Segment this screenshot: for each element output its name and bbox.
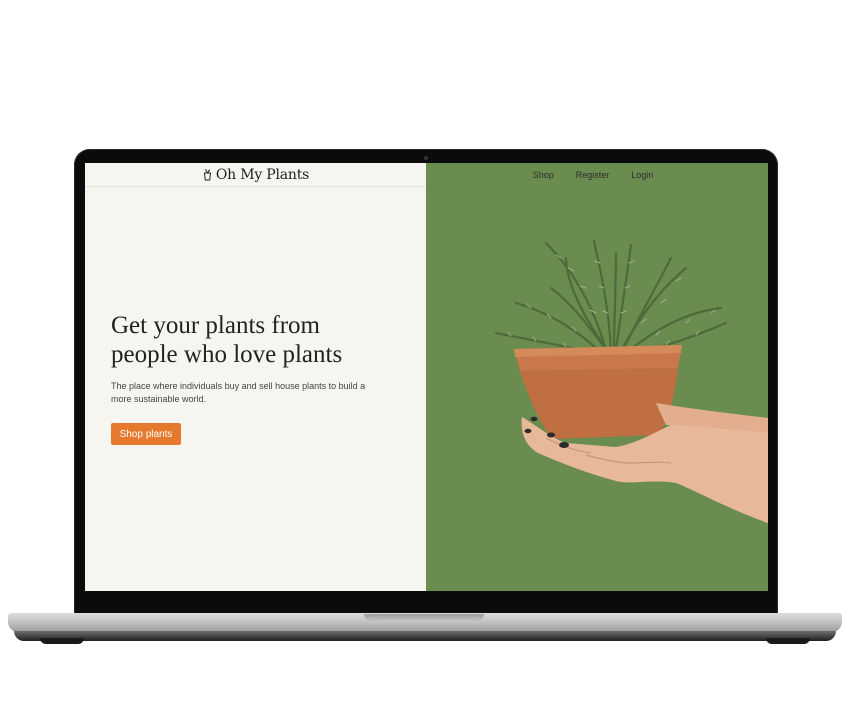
headline-line-1: Get your plants from xyxy=(111,312,320,339)
laptop-notch xyxy=(364,614,484,622)
hero-right-pane xyxy=(426,163,768,591)
shop-plants-button[interactable]: Shop plants xyxy=(111,423,181,445)
nav-login-link[interactable]: Login xyxy=(631,170,653,180)
hero-left-pane: Oh My Plants Get your plants from people… xyxy=(85,163,426,591)
hero-subtext: The place where individuals buy and sell… xyxy=(111,381,366,404)
brand-bar: Oh My Plants xyxy=(85,163,426,187)
laptop-foot-left xyxy=(40,638,84,644)
potted-plant-in-hands-icon xyxy=(494,239,768,523)
laptop-screen: Oh My Plants Get your plants from people… xyxy=(85,163,768,591)
headline-line-2: people who love plants xyxy=(111,341,343,368)
laptop-base-shadow xyxy=(14,631,836,641)
hero-headline: Get your plants from people who love pla… xyxy=(111,311,411,369)
nav-register-link[interactable]: Register xyxy=(576,170,610,180)
laptop-foot-right xyxy=(766,638,810,644)
nav-shop-link[interactable]: Shop xyxy=(533,170,554,180)
brand-name: Oh My Plants xyxy=(215,166,310,183)
brand-logo[interactable]: Oh My Plants xyxy=(202,167,309,183)
top-nav: Shop Register Login xyxy=(426,163,768,186)
camera-icon xyxy=(424,156,428,160)
plant-pot-icon xyxy=(203,169,211,181)
